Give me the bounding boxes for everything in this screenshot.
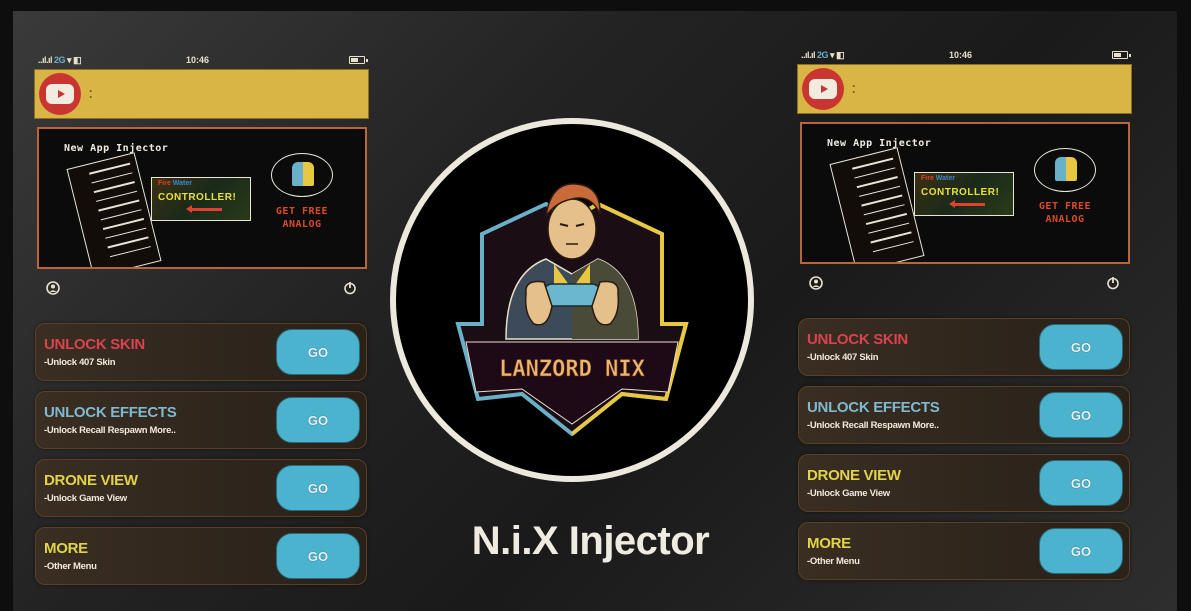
user-icon[interactable] — [46, 281, 60, 295]
menu-list-illustration — [66, 152, 162, 267]
banner-title: New App Injector — [64, 143, 169, 154]
feature-card-more: MORE -Other Menu GO — [798, 522, 1130, 580]
network-type: 2G — [54, 55, 66, 65]
promo-frame: ..ıl.ıl 2G ▾ ◧ 10:46 · · New App Injector… — [13, 11, 1177, 611]
promo-text: GET FREE ANALOG — [275, 206, 329, 230]
power-icon[interactable] — [1106, 276, 1120, 290]
card-title: UNLOCK SKIN — [44, 336, 145, 353]
arrow-left-icon — [186, 205, 222, 213]
go-button[interactable]: GO — [276, 465, 360, 511]
feature-card-unlock-skin: UNLOCK SKIN -Unlock 407 Skin GO — [35, 323, 367, 381]
play-icon — [57, 90, 65, 98]
mini-gamer-logo — [271, 153, 333, 197]
gamer-logo: LANZORD NIX — [390, 118, 754, 482]
gamer-mascot-icon: LANZORD NIX — [455, 183, 689, 437]
more-vert-icon[interactable]: · · — [89, 85, 93, 103]
feature-card-unlock-effects: UNLOCK EFFECTS -Unlock Recall Respawn Mor… — [35, 391, 367, 449]
app-title: N.i.X Injector — [471, 519, 710, 563]
card-subtitle: -Unlock Recall Respawn More.. — [44, 425, 176, 436]
status-bar: ..ıl.ıl 2G ▾ ◧ 10:46 — [797, 46, 1132, 64]
card-subtitle: -Unlock Recall Respawn More.. — [807, 420, 939, 431]
battery-fill — [351, 58, 358, 62]
card-title: UNLOCK SKIN — [807, 331, 908, 348]
notification-icon: ◧ — [73, 54, 82, 65]
controller-label: CONTROLLER! — [158, 192, 237, 203]
card-subtitle: -Unlock 407 Skin — [807, 352, 879, 363]
card-title: UNLOCK EFFECTS — [807, 399, 940, 416]
battery-icon — [1112, 51, 1131, 59]
status-bar: ..ıl.ıl 2G ▾ ◧ 10:46 — [34, 51, 369, 69]
card-title: DRONE VIEW — [807, 467, 901, 484]
go-button[interactable]: GO — [1039, 460, 1123, 506]
status-time: 10:46 — [949, 50, 973, 60]
wifi-icon: ▾ — [830, 49, 835, 60]
more-vert-icon[interactable]: · · — [852, 80, 856, 98]
phone-mockup-left: ..ıl.ıl 2G ▾ ◧ 10:46 · · New App Injector… — [34, 51, 369, 585]
notification-icon: ◧ — [836, 49, 845, 60]
arrow-left-icon — [949, 200, 985, 208]
network-type: 2G — [817, 50, 829, 60]
go-button[interactable]: GO — [276, 329, 360, 375]
card-title: MORE — [807, 535, 851, 552]
app-bar: · · — [34, 69, 369, 119]
status-time: 10:46 — [186, 55, 210, 65]
feature-card-unlock-skin: UNLOCK SKIN -Unlock 407 Skin GO — [798, 318, 1130, 376]
card-title: UNLOCK EFFECTS — [44, 404, 177, 421]
card-subtitle: -Unlock 407 Skin — [44, 357, 116, 368]
mini-gamer-logo — [1034, 148, 1096, 192]
battery-fill — [1114, 53, 1121, 57]
controller-image: Fire Water CONTROLLER! — [914, 172, 1014, 216]
app-bar: · · — [797, 64, 1132, 114]
go-button[interactable]: GO — [1039, 392, 1123, 438]
card-subtitle: -Unlock Game View — [807, 488, 890, 499]
phone-mockup-right: ..ıl.ıl 2G ▾ ◧ 10:46 · · New App Injector… — [797, 46, 1132, 580]
wifi-icon: ▾ — [67, 54, 72, 65]
go-button[interactable]: GO — [276, 397, 360, 443]
youtube-icon[interactable] — [39, 73, 81, 115]
feature-list: UNLOCK SKIN -Unlock 407 Skin GO UNLOCK EF… — [797, 318, 1132, 580]
user-icon[interactable] — [809, 276, 823, 290]
promo-text: GET FREE ANALOG — [1038, 201, 1092, 225]
go-button[interactable]: GO — [1039, 324, 1123, 370]
youtube-icon[interactable] — [802, 68, 844, 110]
power-icon[interactable] — [343, 281, 357, 295]
feature-card-drone-view: DRONE VIEW -Unlock Game View GO — [35, 459, 367, 517]
go-button[interactable]: GO — [1039, 528, 1123, 574]
promo-banner[interactable]: New App Injector Fire Water CONTROLLER! … — [800, 122, 1130, 264]
controller-image: Fire Water CONTROLLER! — [151, 177, 251, 221]
signal-icon: ..ıl.ıl — [38, 55, 53, 65]
card-subtitle: -Other Menu — [807, 556, 860, 567]
card-title: DRONE VIEW — [44, 472, 138, 489]
logo-text: LANZORD NIX — [499, 357, 645, 382]
controller-label: CONTROLLER! — [921, 187, 1000, 198]
banner-title: New App Injector — [827, 138, 932, 149]
feature-card-unlock-effects: UNLOCK EFFECTS -Unlock Recall Respawn Mor… — [798, 386, 1130, 444]
feature-card-drone-view: DRONE VIEW -Unlock Game View GO — [798, 454, 1130, 512]
signal-icon: ..ıl.ıl — [801, 50, 816, 60]
card-subtitle: -Unlock Game View — [44, 493, 127, 504]
promo-banner[interactable]: New App Injector Fire Water CONTROLLER! … — [37, 127, 367, 269]
battery-icon — [349, 56, 368, 64]
play-icon — [820, 85, 828, 93]
menu-list-illustration — [829, 147, 925, 262]
